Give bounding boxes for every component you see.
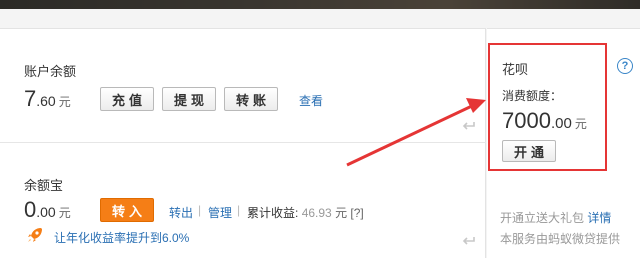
highlight-arrow (346, 98, 486, 167)
